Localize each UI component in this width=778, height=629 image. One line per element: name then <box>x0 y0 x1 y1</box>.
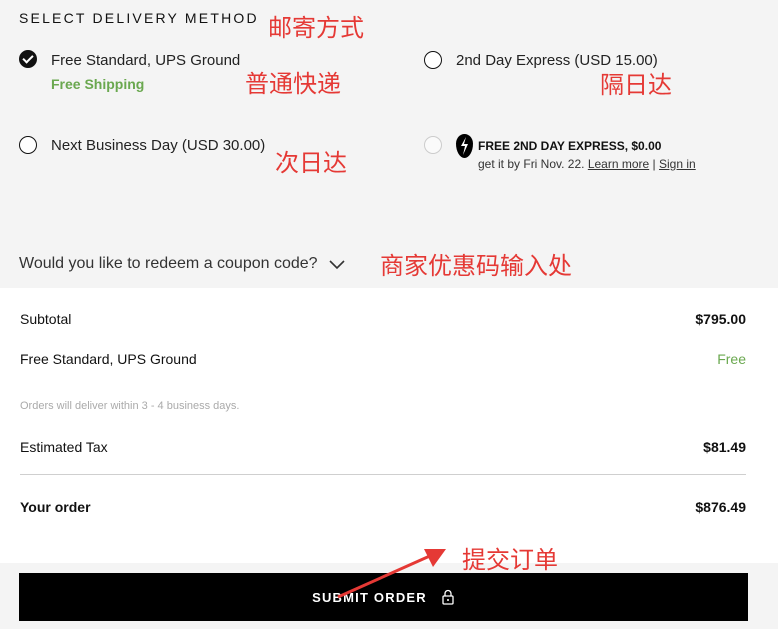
coupon-toggle[interactable]: Would you like to redeem a coupon code? <box>19 255 346 273</box>
sign-in-link[interactable]: Sign in <box>659 157 696 171</box>
submit-order-label: SUBMIT ORDER <box>312 589 427 605</box>
submit-order-button[interactable]: SUBMIT ORDER <box>19 573 748 621</box>
annotation-second-day: 隔日达 <box>600 71 672 99</box>
chevron-down-icon <box>328 260 345 270</box>
subtotal-label: Subtotal <box>20 311 72 327</box>
annotation-standard: 普通快递 <box>245 70 341 98</box>
delivery-option-free-2nd-day[interactable]: FREE 2ND DAY EXPRESS, $0.00 get it by Fr… <box>424 132 714 174</box>
free-2nd-day-subtext: get it by Fri Nov. 22. Learn more | Sign… <box>478 157 696 171</box>
order-summary: Subtotal $795.00 Free Standard, UPS Grou… <box>0 288 778 563</box>
annotation-coupon: 商家优惠码输入处 <box>380 252 572 280</box>
delivery-option-label: Free Standard, UPS Ground <box>51 52 241 69</box>
annotation-submit: 提交订单 <box>462 546 558 574</box>
annotation-delivery-method: 邮寄方式 <box>268 14 364 42</box>
tax-label: Estimated Tax <box>20 439 108 455</box>
shipping-value: Free <box>717 351 746 367</box>
total-label: Your order <box>20 499 91 515</box>
delivery-option-label: Next Business Day (USD 30.00) <box>51 137 266 154</box>
total-value: $876.49 <box>695 499 746 515</box>
radio-icon[interactable] <box>19 136 37 154</box>
subtotal-value: $795.00 <box>695 311 746 327</box>
delivery-note: Orders will deliver within 3 - 4 busines… <box>20 400 240 412</box>
tax-value: $81.49 <box>703 439 746 455</box>
radio-icon[interactable] <box>424 51 442 69</box>
shipping-label: Free Standard, UPS Ground <box>20 351 197 367</box>
radio-disabled-icon[interactable] <box>424 136 442 154</box>
free-shipping-label: Free Shipping <box>51 76 145 92</box>
delivery-option-standard[interactable]: Free Standard, UPS Ground Free Shipping <box>19 50 259 94</box>
annotation-next-day: 次日达 <box>275 149 347 177</box>
shoprunner-logo-icon <box>456 134 473 158</box>
free-2nd-day-title: FREE 2ND DAY EXPRESS, $0.00 <box>478 139 662 153</box>
delivery-method-title: SELECT DELIVERY METHOD <box>19 10 259 26</box>
radio-checked-icon[interactable] <box>19 50 37 68</box>
summary-divider <box>20 474 746 475</box>
lock-icon <box>442 589 454 605</box>
arrival-date-text: get it by Fri Nov. 22. <box>478 157 585 171</box>
delivery-option-next-day[interactable]: Next Business Day (USD 30.00) <box>19 135 279 159</box>
link-separator: | <box>652 157 656 171</box>
coupon-label: Would you like to redeem a coupon code? <box>19 255 318 272</box>
learn-more-link[interactable]: Learn more <box>588 157 649 171</box>
